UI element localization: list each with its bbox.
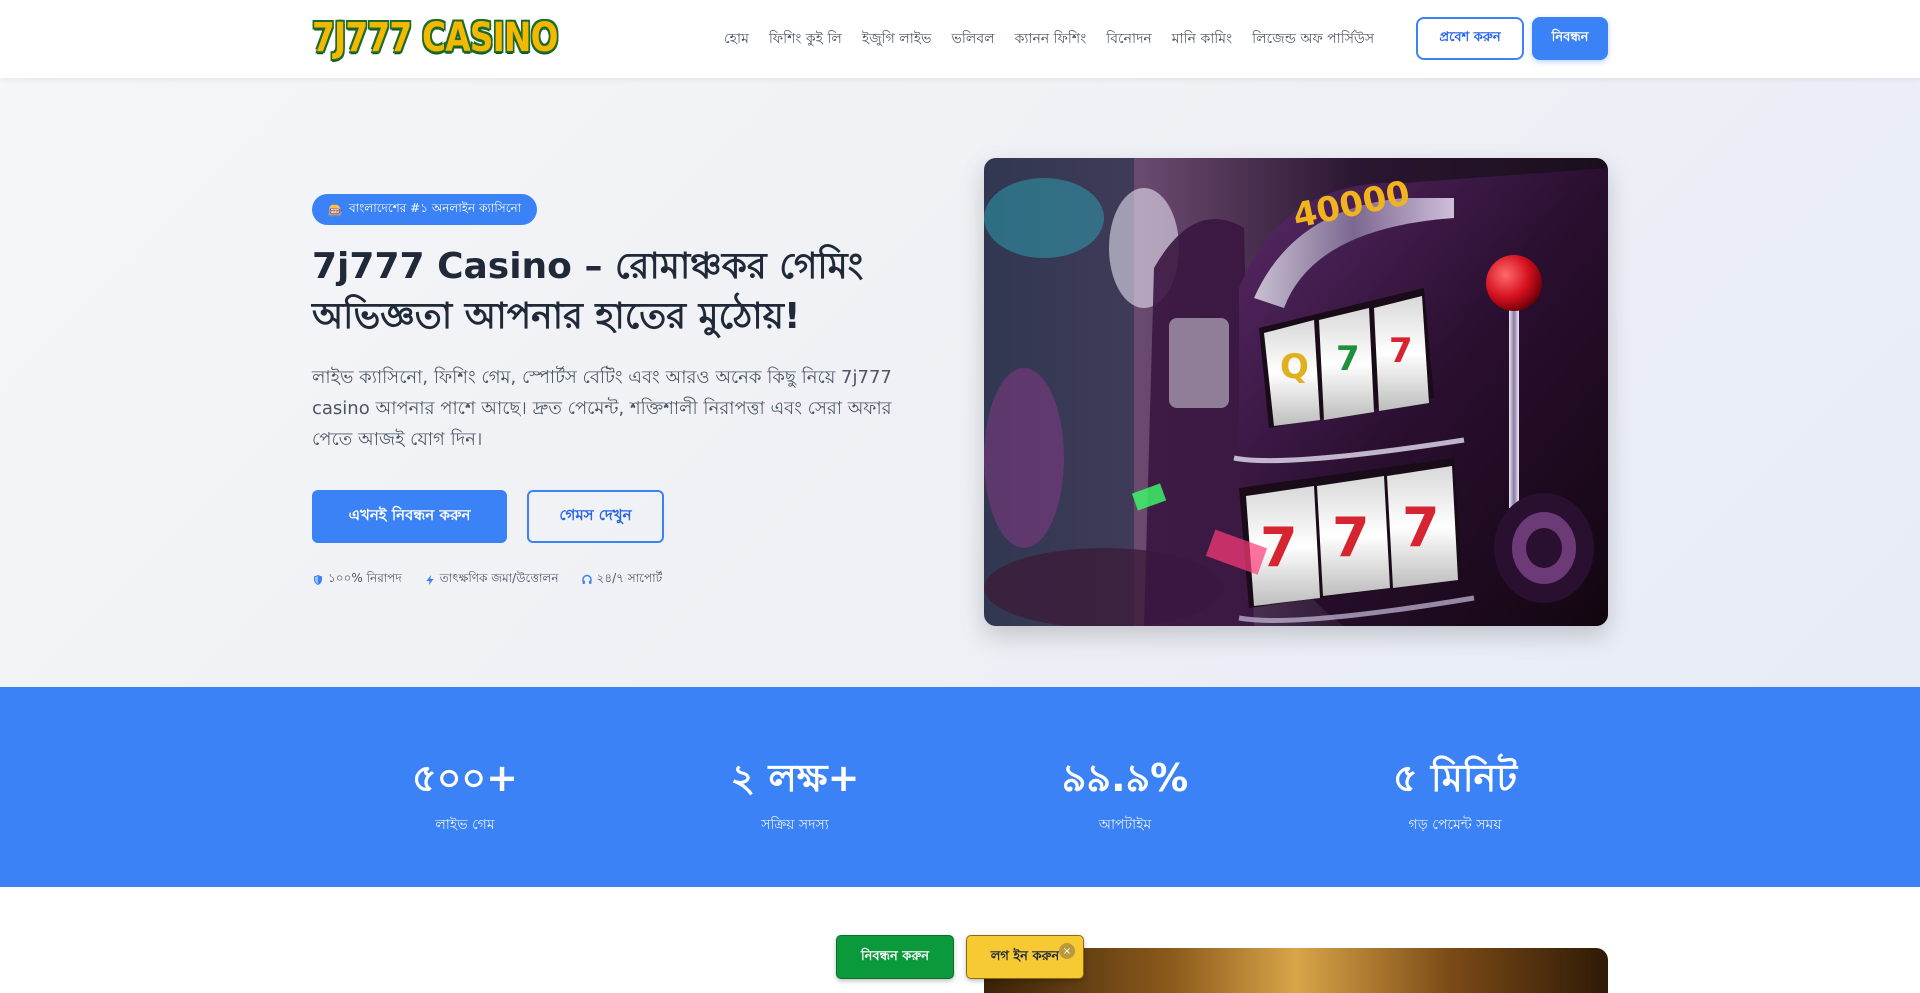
svg-text:7: 7 <box>1336 339 1360 379</box>
hero-features: ১০০% নিরাপদ তাৎক্ষণিক জমা/উত্তোলন ২৪/৭ স… <box>312 570 662 590</box>
hero-section <box>0 78 1920 687</box>
hero-badge: 🎰 বাংলাদেশের #১ অনলাইন ক্যাসিনো <box>312 194 538 225</box>
feature-text: তাৎক্ষণিক জমা/উত্তোলন <box>439 571 559 585</box>
feature-item: ১০০% নিরাপদ <box>312 570 402 590</box>
stat-label: সক্রিয় সদস্য <box>761 817 829 833</box>
stat-label: আপটাইম <box>1098 817 1152 833</box>
view-games-button[interactable]: গেমস দেখুন <box>527 490 664 543</box>
feature-text: ১০০% নিরাপদ <box>328 571 402 585</box>
nav-item-fishing-kui-li[interactable]: ফিশিং কুই লি <box>769 27 842 51</box>
svg-text:7: 7 <box>1332 506 1370 569</box>
main-nav: হোম ফিশিং কুই লি ইজুগি লাইভ ভলিবল ক্যানন… <box>724 27 1374 51</box>
feature-text: ২৪/৭ সাপোর্ট <box>596 571 663 585</box>
header-register-button[interactable]: নিবন্ধন <box>1532 17 1608 60</box>
site-logo[interactable]: 7J777 CASINO <box>312 15 559 61</box>
stat-value: ৯৯.৯% <box>1061 756 1189 800</box>
slot-machine-image: 40000 Q 7 7 7 7 7 <box>984 158 1608 626</box>
feature-item: তাৎক্ষণিক জমা/উত্তোলন <box>424 570 559 590</box>
stat-value: ২ লক্ষ+ <box>730 756 860 800</box>
bolt-icon <box>426 575 434 585</box>
headset-icon <box>581 574 592 584</box>
register-now-button[interactable]: এখনই নিবন্ধন করুন <box>312 490 507 543</box>
svg-text:7: 7 <box>1260 516 1298 579</box>
nav-item-home[interactable]: হোম <box>724 27 749 51</box>
logo-text: 7J777 CASINO <box>312 15 559 61</box>
nav-item-money-coming[interactable]: মানি কামিং <box>1172 27 1232 51</box>
shield-icon <box>314 575 322 585</box>
nav-item-ezugi-live[interactable]: ইজুগি লাইভ <box>862 27 932 51</box>
stat-value: ৫০০+ <box>412 756 518 800</box>
nav-item-legend-of-perseus[interactable]: লিজেন্ড অফ পার্সিউস <box>1252 27 1374 51</box>
svg-text:7: 7 <box>1389 331 1413 371</box>
slot-machine-illustration: 40000 Q 7 7 7 7 7 <box>984 158 1608 626</box>
slot-machine-icon: 🎰 <box>328 202 343 217</box>
stat-value: ৫ মিনিট <box>1392 756 1518 800</box>
feature-item: ২৪/৭ সাপোর্ট <box>581 570 663 590</box>
svg-text:Q: Q <box>1280 347 1309 387</box>
nav-item-cannon-fishing[interactable]: ক্যানন ফিশিং <box>1015 27 1087 51</box>
close-icon[interactable]: × <box>1059 943 1075 959</box>
stat-label: গড় পেমেন্ট সময় <box>1408 817 1502 833</box>
stats-section: ৫০০+ লাইভ গেম ২ লক্ষ+ সক্রিয় সদস্য ৯৯.৯… <box>0 687 1920 887</box>
hero-description: লাইভ ক্যাসিনো, ফিশিং গেম, স্পোর্টস বেটিং… <box>312 367 892 450</box>
stat-label: লাইভ গেম <box>435 817 495 833</box>
header-login-button[interactable]: প্রবেশ করুন <box>1416 17 1524 60</box>
nav-item-entertainment[interactable]: বিনোদন <box>1106 27 1152 51</box>
hero-title: 7j777 Casino – রোমাঞ্চকর গেমিং অভিজ্ঞতা … <box>312 246 864 337</box>
svg-text:7: 7 <box>1402 496 1440 559</box>
site-header: 7J777 CASINO হোম ফিশিং কুই লি ইজুগি লাইভ… <box>0 0 1920 78</box>
hero-badge-text: বাংলাদেশের #১ অনলাইন ক্যাসিনো <box>348 200 522 215</box>
nav-item-volleyball[interactable]: ভলিবল <box>952 27 995 51</box>
floating-register-button[interactable]: নিবন্ধন করুন <box>836 935 954 979</box>
